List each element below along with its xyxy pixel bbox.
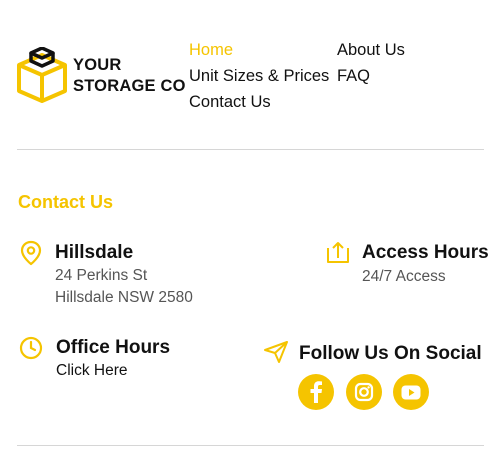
office-hours-link[interactable]: Click Here	[56, 362, 127, 380]
clock-icon	[19, 336, 43, 360]
address-line-1: 24 Perkins St	[55, 267, 148, 284]
access-arrow-icon	[326, 240, 350, 264]
nav-about-link[interactable]: About Us	[337, 40, 405, 60]
send-plane-icon	[263, 340, 289, 364]
location-pin-icon	[20, 240, 42, 266]
divider-top	[17, 149, 484, 150]
brand-name-line2: STORAGE CO	[73, 77, 186, 95]
nav-faq-link[interactable]: FAQ	[337, 66, 370, 86]
youtube-icon[interactable]	[393, 374, 429, 410]
access-hours-heading: Access Hours	[362, 242, 489, 263]
office-hours-heading: Office Hours	[56, 337, 171, 358]
nav-unit-sizes-link[interactable]: Unit Sizes & Prices	[189, 66, 329, 86]
nav-contact-link[interactable]: Contact Us	[189, 92, 271, 112]
contact-section-title: Contact Us	[18, 192, 114, 212]
social-heading: Follow Us On Social	[299, 343, 482, 364]
storage-box-icon	[17, 47, 67, 105]
divider-bottom	[17, 445, 484, 446]
access-hours-value: 24/7 Access	[362, 268, 446, 285]
address-line-2: Hillsdale NSW 2580	[55, 289, 193, 306]
instagram-icon[interactable]	[346, 374, 382, 410]
brand-logo[interactable]: YOUR STORAGE CO	[17, 47, 189, 105]
facebook-icon[interactable]	[298, 374, 334, 410]
location-heading: Hillsdale	[55, 242, 134, 263]
nav-home-link[interactable]: Home	[189, 40, 233, 60]
brand-name-line1: YOUR	[73, 56, 122, 74]
brand-name: YOUR STORAGE CO	[73, 55, 186, 97]
